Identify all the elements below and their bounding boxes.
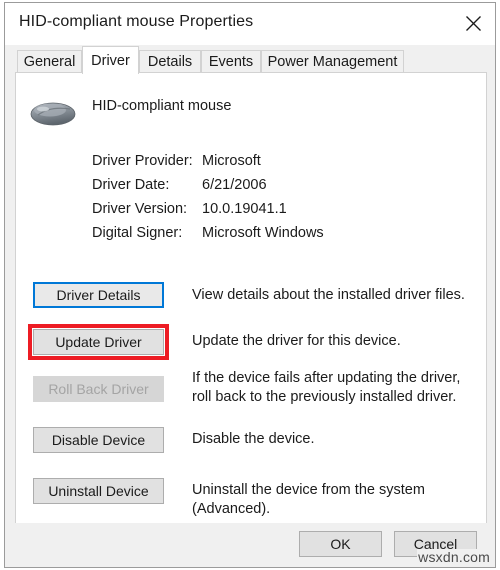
update-driver-description: Update the driver for this device. (192, 332, 474, 351)
tab-label: Details (148, 54, 192, 70)
driver-tab-panel: HID-compliant mouse Driver Provider: Mic… (15, 72, 487, 524)
disable-device-button[interactable]: Disable Device (33, 427, 164, 453)
tab-strip: General Driver Details Events Power Mana… (5, 45, 495, 73)
property-value: Microsoft (202, 153, 261, 169)
roll-back-driver-button: Roll Back Driver (33, 376, 164, 402)
tab-general[interactable]: General (17, 50, 82, 73)
window-title: HID-compliant mouse Properties (19, 13, 253, 31)
disable-device-description: Disable the device. (192, 430, 474, 449)
mouse-icon (28, 93, 80, 133)
device-properties-dialog: HID-compliant mouse Properties General D… (4, 2, 496, 568)
title-bar: HID-compliant mouse Properties (5, 3, 495, 45)
close-button[interactable] (451, 3, 495, 43)
property-value: 6/21/2006 (202, 177, 267, 193)
property-value: 10.0.19041.1 (202, 201, 287, 217)
tab-label: Power Management (268, 54, 398, 70)
dialog-footer: OK Cancel wsxdn.com (5, 523, 495, 567)
property-label: Digital Signer: (92, 225, 182, 241)
uninstall-device-description: Uninstall the device from the system (Ad… (192, 481, 474, 519)
property-label: Driver Date: (92, 177, 169, 193)
close-icon (465, 15, 482, 32)
tab-label: Events (209, 54, 253, 70)
tab-label: Driver (91, 53, 130, 69)
driver-details-description: View details about the installed driver … (192, 286, 474, 305)
driver-details-button[interactable]: Driver Details (33, 282, 164, 308)
device-name: HID-compliant mouse (92, 98, 231, 114)
property-label: Driver Provider: (92, 153, 193, 169)
uninstall-device-button[interactable]: Uninstall Device (33, 478, 164, 504)
tab-power-management[interactable]: Power Management (261, 50, 404, 73)
watermark: wsxdn.com (417, 549, 491, 565)
tab-label: General (24, 54, 76, 70)
ok-button[interactable]: OK (299, 531, 382, 557)
roll-back-driver-description: If the device fails after updating the d… (192, 369, 474, 407)
property-value: Microsoft Windows (202, 225, 324, 241)
update-driver-button[interactable]: Update Driver (33, 329, 164, 355)
tab-events[interactable]: Events (201, 50, 261, 73)
tab-details[interactable]: Details (139, 50, 201, 73)
property-label: Driver Version: (92, 201, 187, 217)
tab-driver[interactable]: Driver (82, 46, 139, 74)
